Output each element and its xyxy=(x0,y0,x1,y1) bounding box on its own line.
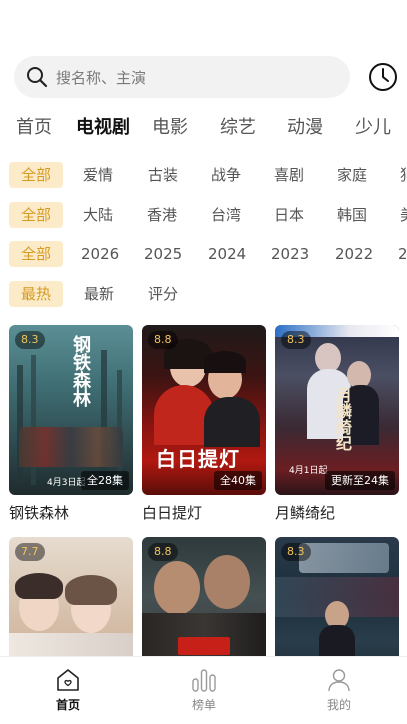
nav-home[interactable]: 首页 xyxy=(38,667,98,713)
drama-poster: 月鳞绮纪 4月1日起 8.3 更新至24集 xyxy=(275,325,399,495)
drama-card[interactable]: 月鳞绮纪 4月1日起 8.3 更新至24集 月鳞绮纪 xyxy=(275,325,399,523)
bottom-nav: 首页 榜单 我的 xyxy=(0,656,407,724)
year-chip[interactable]: 2026 xyxy=(81,241,119,267)
clock-icon[interactable] xyxy=(368,62,398,92)
nav-ranking[interactable]: 榜单 xyxy=(174,667,234,713)
filter-row-year: 全部 2026 2025 2024 2023 2022 2 xyxy=(0,241,407,267)
score-badge: 8.3 xyxy=(15,331,45,349)
tab-tv-series[interactable]: 电视剧 xyxy=(76,113,130,139)
year-chip-all[interactable]: 全部 xyxy=(9,241,63,267)
search-placeholder: 搜名称、主演 xyxy=(56,68,147,87)
poster-date: 4月1日起 xyxy=(289,466,328,476)
filter-row-sort: 最热 最新 评分 xyxy=(0,281,407,307)
genre-chip[interactable]: 家庭 xyxy=(337,162,367,188)
genre-chip[interactable]: 古装 xyxy=(148,162,178,188)
genre-chip[interactable]: 爱情 xyxy=(83,162,113,188)
region-chip[interactable]: 香港 xyxy=(147,202,177,228)
nav-profile[interactable]: 我的 xyxy=(309,667,369,713)
score-badge: 8.8 xyxy=(148,331,178,349)
drama-poster: 钢铁森林 4月3日起 8.3 全28集 xyxy=(9,325,133,495)
region-chip[interactable]: 美 xyxy=(400,202,407,228)
drama-title: 白日提灯 xyxy=(142,504,203,522)
search-input[interactable]: 搜名称、主演 xyxy=(14,56,350,98)
search-row: 搜名称、主演 xyxy=(14,56,398,98)
score-badge: 7.7 xyxy=(15,543,45,561)
genre-chip-all[interactable]: 全部 xyxy=(9,162,63,188)
score-badge: 8.8 xyxy=(148,543,178,561)
region-chip-all[interactable]: 全部 xyxy=(9,202,63,228)
region-chip[interactable]: 韩国 xyxy=(337,202,367,228)
filter-row-region: 全部 大陆 香港 台湾 日本 韩国 美 xyxy=(0,202,407,228)
nav-profile-label: 我的 xyxy=(326,698,351,712)
year-chip[interactable]: 2023 xyxy=(271,241,309,267)
episode-badge: 全40集 xyxy=(214,471,262,490)
search-icon xyxy=(27,67,48,88)
category-tabs: 首页 电视剧 电影 综艺 动漫 少儿 xyxy=(0,113,407,143)
year-chip[interactable]: 2022 xyxy=(335,241,373,267)
genre-chip[interactable]: 犯 xyxy=(400,162,407,188)
profile-icon xyxy=(328,669,350,692)
poster-title: 月鳞绮纪 xyxy=(333,387,352,451)
region-chip[interactable]: 台湾 xyxy=(211,202,241,228)
tab-home[interactable]: 首页 xyxy=(16,113,52,139)
filter-row-genre: 全部 爱情 古装 战争 喜剧 家庭 犯 xyxy=(0,162,407,188)
drama-title: 月鳞绮纪 xyxy=(275,504,336,522)
tab-variety[interactable]: 综艺 xyxy=(220,113,256,139)
drama-title: 钢铁森林 xyxy=(9,504,70,522)
home-icon xyxy=(57,669,79,691)
score-badge: 8.3 xyxy=(281,543,311,561)
tab-movies[interactable]: 电影 xyxy=(152,113,188,139)
year-chip[interactable]: 2024 xyxy=(208,241,246,267)
sort-chip-new[interactable]: 最新 xyxy=(84,281,114,307)
tab-anime[interactable]: 动漫 xyxy=(287,113,323,139)
genre-chip[interactable]: 喜剧 xyxy=(274,162,304,188)
tab-kids[interactable]: 少儿 xyxy=(355,113,391,139)
drama-poster: 白日提灯 8.8 全40集 xyxy=(142,325,266,495)
drama-card[interactable]: 白日提灯 8.8 全40集 白日提灯 xyxy=(142,325,266,523)
episode-badge: 全28集 xyxy=(81,471,129,490)
sort-chip-rating[interactable]: 评分 xyxy=(148,281,178,307)
sort-chip-hot[interactable]: 最热 xyxy=(9,281,63,307)
poster-title: 钢铁森林 xyxy=(70,335,91,407)
year-chip[interactable]: 2 xyxy=(398,241,407,267)
poster-date: 4月3日起 xyxy=(47,478,86,488)
score-badge: 8.3 xyxy=(281,331,311,349)
year-chip[interactable]: 2025 xyxy=(144,241,182,267)
episode-badge: 更新至24集 xyxy=(325,471,395,490)
ranking-icon xyxy=(192,669,216,692)
nav-home-label: 首页 xyxy=(55,698,80,712)
drama-card[interactable]: 钢铁森林 4月3日起 8.3 全28集 钢铁森林 xyxy=(9,325,133,523)
nav-ranking-label: 榜单 xyxy=(191,698,216,712)
region-chip[interactable]: 日本 xyxy=(274,202,304,228)
region-chip[interactable]: 大陆 xyxy=(83,202,113,228)
genre-chip[interactable]: 战争 xyxy=(211,162,241,188)
poster-title: 白日提灯 xyxy=(156,447,240,471)
